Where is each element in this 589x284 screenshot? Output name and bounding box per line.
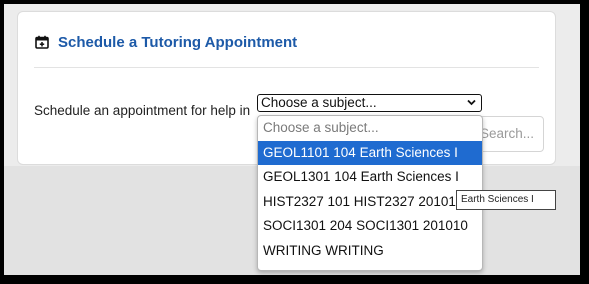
option-tooltip: Earth Sciences I <box>456 190 556 210</box>
subject-select-value: Choose a subject... <box>261 95 377 110</box>
dropdown-option[interactable]: GEOL1301 104 Earth Sciences I <box>258 165 482 190</box>
dropdown-option-highlighted[interactable]: GEOL1101 104 Earth Sciences I <box>258 140 482 165</box>
search-input[interactable]: Search... <box>475 116 544 152</box>
subject-prompt-label: Schedule an appointment for help in <box>34 103 251 118</box>
card-title: Schedule a Tutoring Appointment <box>58 33 298 51</box>
search-placeholder: Search... <box>480 126 535 141</box>
page-frame: Schedule a Tutoring Appointment Schedule… <box>4 4 580 275</box>
calendar-plus-icon <box>35 35 49 49</box>
dropdown-option[interactable]: SOCI1301 204 SOCI1301 201010 <box>258 214 482 239</box>
subject-dropdown-list: Choose a subject... GEOL1101 104 Earth S… <box>257 115 483 271</box>
dropdown-option[interactable]: Choose a subject... <box>258 116 482 141</box>
header-divider <box>34 67 539 68</box>
subject-select[interactable]: Choose a subject... <box>257 94 482 112</box>
chevron-down-icon <box>467 99 476 106</box>
dropdown-option[interactable]: WRITING WRITING <box>258 239 482 264</box>
dropdown-option[interactable]: HIST2327 101 HIST2327 201010 <box>258 190 482 215</box>
card-header: Schedule a Tutoring Appointment <box>35 32 297 52</box>
